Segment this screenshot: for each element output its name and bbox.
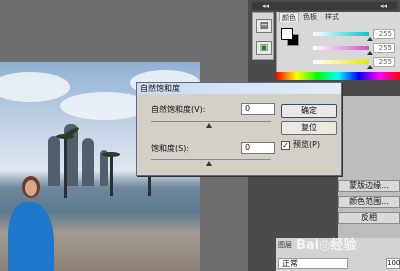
- baidu-watermark: Bai◎经验: [296, 238, 357, 253]
- preview-label[interactable]: 预览(P): [293, 140, 320, 150]
- reset-button[interactable]: 复位: [281, 121, 337, 135]
- vibrance-dialog: 自然饱和度 自然饱和度(V): 0 饱和度(S): 0 确定 复位 ✓ 预览(P…: [136, 82, 342, 176]
- person-dress-shape: [8, 202, 54, 271]
- vibrance-input[interactable]: 0: [241, 103, 275, 115]
- adjustments-panel: 蒙版边缘... 颜色范围... 反相: [338, 96, 400, 238]
- cloud-shape: [0, 72, 70, 102]
- saturation-label: 饱和度(S):: [151, 144, 190, 153]
- panel-tool-strip: ▤ ▣: [252, 12, 274, 60]
- blend-mode-select[interactable]: 正常: [278, 258, 348, 269]
- color-panel: 颜色 色板 样式 255 255 255: [276, 12, 400, 78]
- tab-color[interactable]: 颜色: [279, 12, 299, 22]
- saturation-slider-knob[interactable]: [206, 161, 212, 166]
- panel-collapse-bar[interactable]: ◂◂ ◂◂: [252, 2, 397, 10]
- invert-button[interactable]: 反相: [338, 212, 400, 224]
- image-icon[interactable]: ▣: [256, 41, 272, 55]
- dialog-titlebar[interactable]: 自然饱和度: [137, 83, 341, 94]
- vibrance-slider-knob[interactable]: [206, 123, 212, 128]
- building-shape: [82, 138, 94, 186]
- collapse-left-icon[interactable]: ◂◂: [262, 2, 269, 10]
- channel-1-value[interactable]: 255: [373, 29, 395, 39]
- channel-3-value[interactable]: 255: [373, 57, 395, 67]
- preview-checkbox[interactable]: ✓: [281, 141, 290, 150]
- color-range-button[interactable]: 颜色范围...: [338, 196, 400, 208]
- foreground-color-swatch[interactable]: [281, 28, 293, 40]
- palm-tree-shape: [110, 156, 113, 196]
- saturation-input[interactable]: 0: [241, 142, 275, 154]
- tab-styles[interactable]: 样式: [323, 12, 341, 22]
- opacity-field[interactable]: 100: [386, 258, 400, 269]
- palm-frond-shape: [102, 152, 120, 157]
- clipboard-icon[interactable]: ▤: [256, 19, 272, 33]
- tab-swatches[interactable]: 色板: [301, 12, 319, 22]
- building-shape: [48, 136, 60, 186]
- yellow-slider[interactable]: [313, 60, 373, 69]
- channel-2-value[interactable]: 255: [373, 43, 395, 53]
- dialog-title: 自然饱和度: [140, 84, 180, 93]
- mask-edge-button[interactable]: 蒙版边缘...: [338, 180, 400, 192]
- color-spectrum-bar[interactable]: [276, 72, 400, 80]
- person-face-shape: [25, 180, 37, 196]
- vibrance-slider-track[interactable]: [151, 121, 271, 122]
- magenta-slider[interactable]: [313, 46, 373, 55]
- cyan-slider[interactable]: [313, 32, 373, 41]
- tab-layers[interactable]: 图层: [278, 240, 292, 250]
- ok-button[interactable]: 确定: [281, 104, 337, 118]
- palm-tree-shape: [64, 138, 67, 198]
- collapse-right-icon[interactable]: ◂◂: [380, 2, 387, 10]
- vibrance-label: 自然饱和度(V):: [151, 105, 206, 114]
- saturation-slider-track[interactable]: [151, 159, 271, 160]
